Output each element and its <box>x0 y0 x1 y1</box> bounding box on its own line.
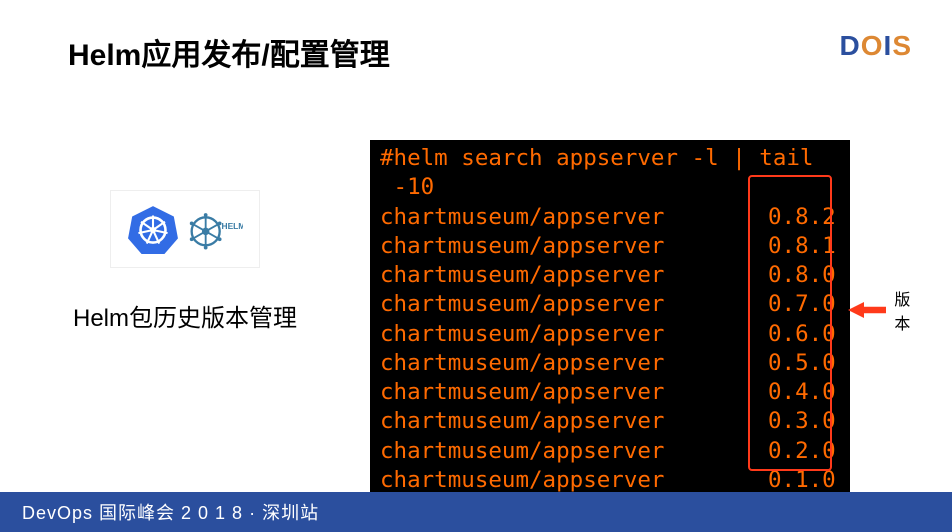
helm-icon: HELM <box>187 201 243 257</box>
logo-letter-i: I <box>884 30 893 61</box>
chart-name: chartmuseum/appserver <box>380 349 768 378</box>
footer-text: DevOps 国际峰会 2 0 1 8 · 深圳站 <box>22 499 319 525</box>
logo-letter-o: O <box>861 30 884 61</box>
chart-name: chartmuseum/appserver <box>380 378 768 407</box>
chart-version: 0.8.1 <box>768 232 840 261</box>
terminal-panel: # helm search appserver -l | tail -10 ch… <box>370 140 850 503</box>
chart-version: 0.8.2 <box>768 203 840 232</box>
version-label: 版本 <box>894 286 920 334</box>
chart-name: chartmuseum/appserver <box>380 466 768 495</box>
arrow-left-icon <box>848 298 886 322</box>
chart-name: chartmuseum/appserver <box>380 437 768 466</box>
page-title: Helm应用发布/配置管理 <box>68 30 390 74</box>
chart-name: chartmuseum/appserver <box>380 261 768 290</box>
helm-logo-box: HELM <box>110 190 260 268</box>
chart-version: 0.6.0 <box>768 320 840 349</box>
terminal-command-row: # helm search appserver -l | tail -10 <box>380 144 840 203</box>
chart-version: 0.5.0 <box>768 349 840 378</box>
chart-version: 0.7.0 <box>768 290 840 319</box>
terminal-row: chartmuseum/appserver0.8.2 <box>380 203 840 232</box>
helm-logo-panel: HELM Helm包历史版本管理 <box>0 140 370 503</box>
terminal-row: chartmuseum/appserver0.3.0 <box>380 407 840 436</box>
kubernetes-icon <box>127 203 179 255</box>
terminal-row: chartmuseum/appserver0.6.0 <box>380 320 840 349</box>
version-annotation: 版本 <box>848 286 920 334</box>
terminal-row: chartmuseum/appserver0.5.0 <box>380 349 840 378</box>
terminal-row: chartmuseum/appserver0.1.0 <box>380 466 840 495</box>
logo-letter-s: S <box>892 30 912 61</box>
terminal-row: chartmuseum/appserver0.2.0 <box>380 437 840 466</box>
chart-version: 0.8.0 <box>768 261 840 290</box>
footer-bar: DevOps 国际峰会 2 0 1 8 · 深圳站 <box>0 492 952 532</box>
chart-version: 0.2.0 <box>768 437 840 466</box>
chart-name: chartmuseum/appserver <box>380 203 768 232</box>
terminal-row: chartmuseum/appserver0.7.0 <box>380 290 840 319</box>
terminal-command: helm search appserver -l | tail -10 <box>394 144 840 203</box>
logo-letter-d: D <box>840 30 861 61</box>
helm-caption: Helm包历史版本管理 <box>73 298 297 333</box>
chart-name: chartmuseum/appserver <box>380 407 768 436</box>
terminal-row: chartmuseum/appserver0.4.0 <box>380 378 840 407</box>
chart-version: 0.4.0 <box>768 378 840 407</box>
chart-name: chartmuseum/appserver <box>380 232 768 261</box>
helm-text: HELM <box>222 221 243 231</box>
chart-name: chartmuseum/appserver <box>380 320 768 349</box>
terminal-prompt: # <box>380 144 394 203</box>
terminal-row: chartmuseum/appserver0.8.0 <box>380 261 840 290</box>
chart-version: 0.3.0 <box>768 407 840 436</box>
chart-version: 0.1.0 <box>768 466 840 495</box>
terminal-output: # helm search appserver -l | tail -10 ch… <box>370 140 850 503</box>
dois-logo: DOIS <box>840 30 912 62</box>
terminal-row: chartmuseum/appserver0.8.1 <box>380 232 840 261</box>
chart-name: chartmuseum/appserver <box>380 290 768 319</box>
